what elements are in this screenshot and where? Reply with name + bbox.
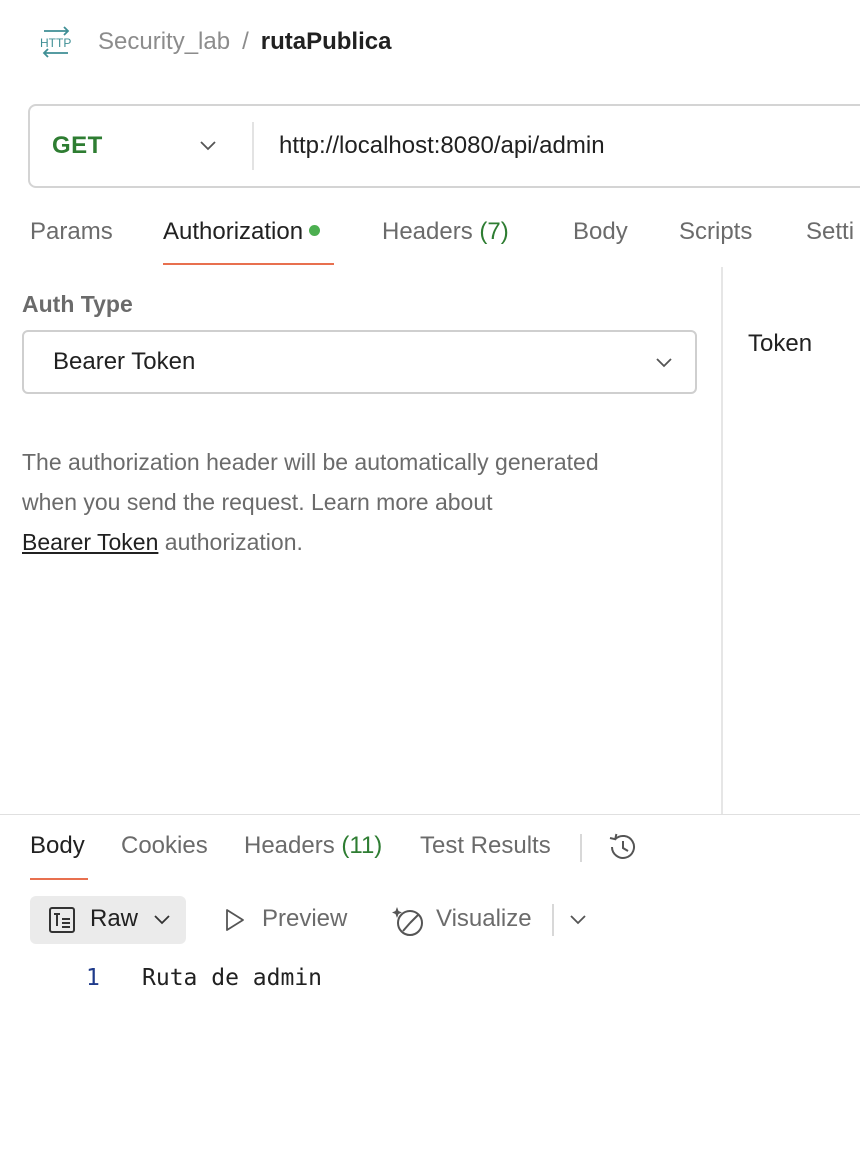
tab-headers-count: (7): [479, 218, 509, 245]
response-tab-test-results[interactable]: Test Results: [420, 832, 551, 860]
chevron-down-icon[interactable]: [568, 914, 588, 926]
tab-params[interactable]: Params: [30, 218, 113, 268]
tab-headers[interactable]: Headers (7): [382, 218, 509, 268]
raw-label: Raw: [90, 905, 139, 932]
tab-authorization-label: Authorization: [163, 218, 304, 245]
auth-description: The authorization header will be automat…: [22, 442, 712, 562]
bearer-token-link[interactable]: Bearer Token: [22, 529, 158, 555]
svg-text:HTTP: HTTP: [40, 36, 71, 50]
method-label: GET: [52, 132, 103, 159]
auth-description-line1: The authorization header will be automat…: [22, 449, 599, 475]
auth-description-line2: when you send the request. Learn more ab…: [22, 489, 493, 515]
chevron-down-icon: [154, 915, 170, 925]
breadcrumb: HTTP Security_lab / rutaPublica: [38, 24, 391, 60]
tab-body[interactable]: Body: [573, 218, 628, 268]
active-tab-indicator: [163, 263, 334, 265]
line-number: 1: [86, 965, 100, 991]
http-icon: HTTP: [40, 26, 71, 58]
response-divider[interactable]: [0, 814, 860, 815]
response-tab-cookies[interactable]: Cookies: [121, 832, 208, 860]
line-text[interactable]: Ruta de admin: [142, 965, 322, 991]
tab-headers-label: Headers: [382, 218, 473, 245]
auth-description-tail: authorization.: [158, 529, 303, 555]
play-icon: [226, 909, 244, 931]
chevron-down-icon: [656, 358, 672, 368]
modified-dot-icon: [309, 225, 321, 236]
raw-format-button[interactable]: Raw: [30, 896, 186, 944]
breadcrumb-collection[interactable]: Security_lab: [98, 28, 230, 56]
response-code-line: 1 Ruta de admin: [0, 962, 860, 996]
method-select[interactable]: GET: [30, 106, 252, 186]
response-tab-headers[interactable]: Headers (11): [244, 832, 382, 860]
response-tab-headers-count: (11): [341, 832, 383, 859]
auth-type-label: Auth Type: [22, 291, 133, 317]
auth-type-select[interactable]: Bearer Token: [22, 330, 697, 394]
tab-settings[interactable]: Setti: [806, 218, 854, 268]
preview-label: Preview: [262, 905, 348, 932]
preview-button[interactable]: Preview: [220, 896, 360, 944]
response-tab-headers-label: Headers: [244, 832, 335, 859]
response-tab-body[interactable]: Body: [30, 832, 85, 860]
active-response-tab-indicator: [30, 878, 88, 880]
format-separator: [552, 904, 554, 936]
visualize-button[interactable]: Visualize: [390, 896, 545, 944]
visualize-icon: [392, 907, 423, 936]
token-label: Token: [748, 330, 813, 357]
response-format-bar: Raw Preview Visualize: [0, 896, 860, 944]
history-icon[interactable]: [606, 830, 640, 864]
visualize-label: Visualize: [436, 905, 532, 932]
tab-scripts[interactable]: Scripts: [679, 218, 752, 268]
auth-type-value: Bearer Token: [53, 348, 196, 375]
tab-authorization[interactable]: Authorization: [163, 218, 321, 268]
auth-description-line3: Bearer Token authorization.: [22, 522, 712, 562]
panel-divider[interactable]: [721, 267, 723, 815]
breadcrumb-separator: /: [242, 28, 249, 55]
chevron-down-icon: [200, 141, 216, 151]
request-name[interactable]: rutaPublica: [261, 28, 392, 56]
request-tabs: Params Authorization Headers (7) Body Sc…: [0, 208, 860, 268]
text-format-icon: [49, 907, 75, 933]
tab-separator: [580, 834, 582, 862]
response-tabs: Body Cookies Headers (11) Test Results: [0, 816, 860, 882]
url-bar: GET http://localhost:8080/api/admin: [28, 104, 860, 188]
url-input[interactable]: http://localhost:8080/api/admin: [254, 132, 605, 160]
